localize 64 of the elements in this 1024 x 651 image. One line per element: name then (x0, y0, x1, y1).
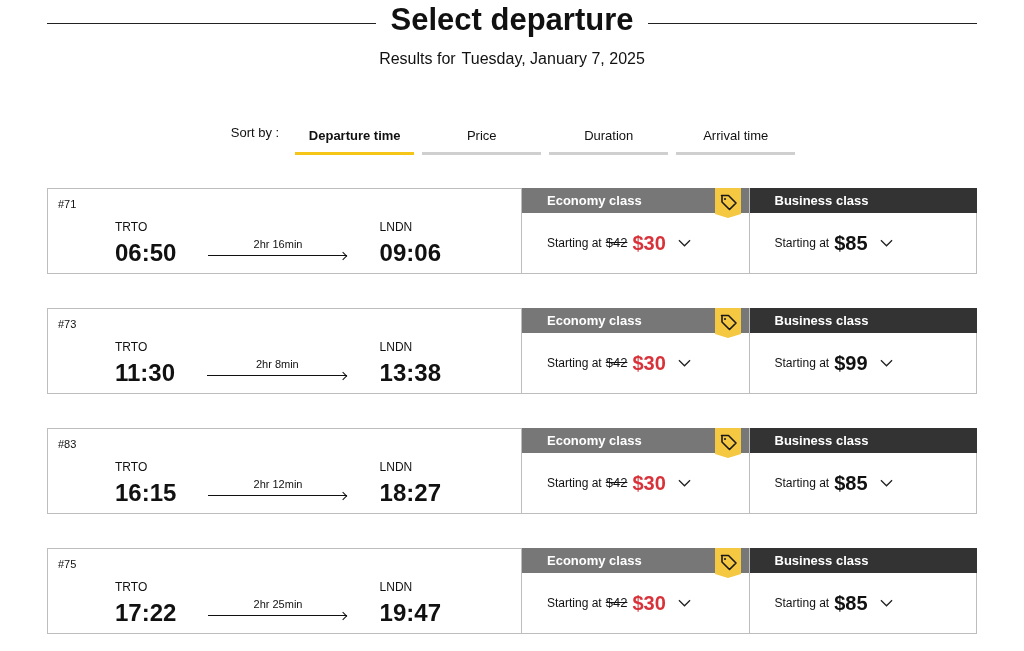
starting-at-text: Starting at (547, 355, 602, 371)
chevron-down-icon[interactable] (677, 599, 691, 607)
trip-number: #75 (58, 557, 77, 571)
old-price: $42 (605, 355, 628, 371)
trip-number: #71 (58, 197, 77, 211)
fare-price: $85 (834, 471, 868, 495)
arrival-time: 18:27 (379, 479, 441, 507)
duration-text: 2hr 12min (253, 477, 303, 491)
chevron-down-icon[interactable] (677, 239, 691, 247)
chevron-down-icon[interactable] (879, 359, 893, 367)
station-code: LNDN (379, 220, 413, 234)
fare-class-header: Business class (749, 548, 977, 573)
chevron-down-icon[interactable] (677, 479, 691, 487)
chevron-down-icon[interactable] (879, 239, 893, 247)
starting-at-text: Starting at (547, 235, 602, 251)
sort-tab[interactable]: Duration (549, 120, 669, 155)
sort-tab[interactable]: Departure time (295, 120, 415, 155)
duration-text: 2hr 16min (253, 237, 303, 251)
arrival-time: 19:47 (379, 599, 441, 627)
sort-label: Sort by : (230, 124, 280, 141)
sort-tab[interactable]: Arrival time (676, 120, 796, 155)
duration-text: 2hr 8min (255, 357, 299, 371)
chevron-down-icon[interactable] (677, 359, 691, 367)
fare-class-header: Business class (749, 428, 977, 453)
station-code: TRTO (115, 220, 148, 234)
fare-price: $30 (632, 471, 666, 495)
duration-text: 2hr 25min (253, 597, 303, 611)
fare-price: $85 (834, 591, 868, 615)
departure-time: 17:22 (115, 599, 177, 627)
page-title: Select departure (390, 1, 634, 39)
departure-time: 11:30 (115, 359, 176, 387)
starting-at-text: Starting at (774, 355, 830, 371)
station-code: TRTO (115, 580, 148, 594)
old-price: $42 (605, 475, 628, 491)
fare-class-header: Business class (749, 308, 977, 333)
station-code: TRTO (115, 460, 148, 474)
sort-tab[interactable]: Price (422, 120, 542, 155)
station-code: LNDN (379, 460, 413, 474)
results-label: Results for (379, 49, 456, 69)
station-code: TRTO (115, 340, 148, 354)
arrival-time: 13:38 (379, 359, 441, 387)
trip-number: #83 (58, 437, 77, 451)
fare-class-header: Business class (749, 188, 977, 213)
station-code: LNDN (379, 340, 413, 354)
arrival-time: 09:06 (379, 239, 441, 267)
starting-at-text: Starting at (774, 595, 830, 611)
departure-time: 16:15 (115, 479, 177, 507)
chevron-down-icon[interactable] (879, 599, 893, 607)
fare-price: $30 (632, 231, 666, 255)
fare-price: $99 (834, 351, 868, 375)
starting-at-text: Starting at (547, 595, 602, 611)
starting-at-text: Starting at (774, 475, 830, 491)
starting-at-text: Starting at (547, 475, 602, 491)
old-price: $42 (605, 595, 628, 611)
starting-at-text: Starting at (774, 235, 830, 251)
fare-price: $30 (632, 591, 666, 615)
results-date: Tuesday, January 7, 2025 (461, 49, 645, 69)
departure-time: 06:50 (115, 239, 177, 267)
trip-number: #73 (58, 317, 77, 331)
chevron-down-icon[interactable] (879, 479, 893, 487)
old-price: $42 (605, 235, 628, 251)
station-code: LNDN (379, 580, 413, 594)
fare-price: $30 (632, 351, 666, 375)
fare-price: $85 (834, 231, 868, 255)
